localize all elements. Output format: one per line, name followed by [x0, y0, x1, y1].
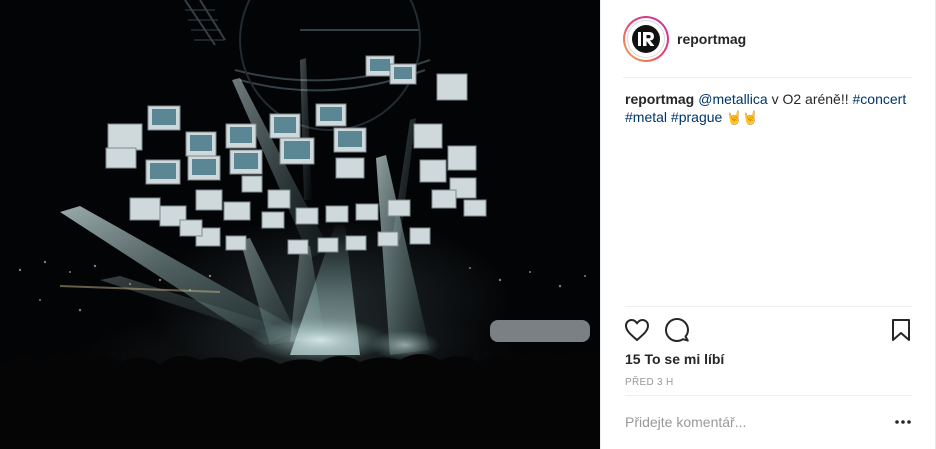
like-button[interactable] — [623, 316, 651, 344]
avatar[interactable] — [623, 16, 669, 62]
header-divider — [623, 77, 912, 78]
post-header: reportmag — [601, 0, 936, 78]
post-caption: reportmag @metallica v O2 aréně!! #concer… — [625, 90, 915, 127]
caption-emoji: 🤘🤘 — [726, 110, 759, 125]
actions-divider — [625, 306, 912, 307]
bookmark-icon — [892, 319, 910, 341]
comment-icon — [665, 318, 689, 342]
post-timestamp[interactable]: PŘED 3 H — [625, 377, 674, 388]
instagram-post: reportmag reportmag @metallica v O2 aréně… — [0, 0, 936, 449]
header-username[interactable]: reportmag — [677, 31, 746, 47]
avatar-inner — [625, 18, 667, 60]
post-side-panel: reportmag reportmag @metallica v O2 aréně… — [600, 0, 936, 449]
caption-tag-prague[interactable]: #prague — [671, 109, 722, 125]
reportmag-logo-icon — [627, 20, 665, 58]
comment-input[interactable] — [625, 411, 865, 433]
save-button[interactable] — [887, 316, 915, 344]
caption-username[interactable]: reportmag — [625, 91, 694, 107]
post-photo[interactable] — [0, 0, 600, 449]
caption-text: v O2 aréně!! — [771, 91, 849, 107]
concert-stage-photo — [0, 0, 600, 449]
more-options-icon — [895, 420, 911, 424]
comment-divider — [625, 395, 912, 396]
caption-tag-metal[interactable]: #metal — [625, 109, 667, 125]
caption-mention[interactable]: @metallica — [698, 91, 767, 107]
reportmag-logo-icon — [632, 25, 660, 53]
caption-tag-concert[interactable]: #concert — [853, 91, 907, 107]
heart-icon — [625, 319, 649, 341]
comment-button[interactable] — [663, 316, 691, 344]
more-options-button[interactable] — [891, 412, 915, 432]
likes-count[interactable]: 15 To se mi líbí — [625, 351, 724, 367]
post-actions — [623, 316, 915, 344]
